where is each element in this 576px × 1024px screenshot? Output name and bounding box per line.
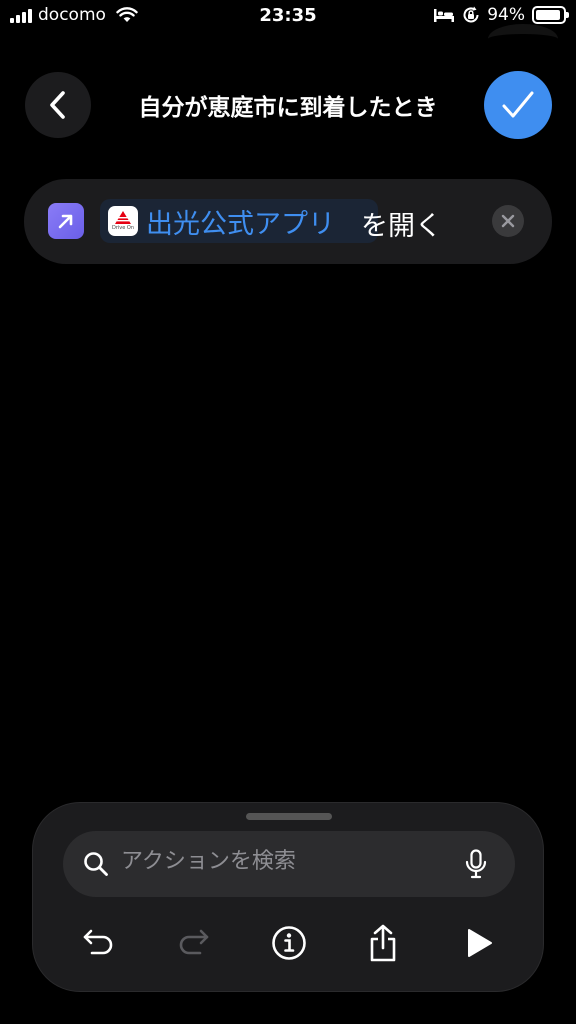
redo-icon: [179, 929, 209, 955]
app-logo-text: Drive On: [111, 225, 135, 231]
battery-fill: [536, 10, 561, 20]
status-bar: docomo 23:35 94%: [0, 0, 576, 34]
open-app-icon: [48, 203, 84, 239]
share-icon: [370, 924, 396, 962]
info-button[interactable]: [267, 921, 311, 965]
action-search-input[interactable]: [121, 849, 441, 874]
app-name: 出光公式アプリ: [146, 208, 335, 240]
idemitsu-app-logo: Drive On: [108, 206, 138, 236]
close-icon: [501, 214, 515, 228]
triangle-logo-icon: [115, 211, 131, 224]
action-search-field[interactable]: [63, 831, 515, 897]
microphone-icon[interactable]: [465, 849, 487, 879]
chevron-left-icon: [50, 91, 65, 119]
orientation-lock-icon: [463, 6, 479, 23]
arrow-up-right-icon: [58, 214, 73, 229]
open-app-action-card[interactable]: Drive On 出光公式アプリ を開く: [24, 179, 552, 264]
play-icon: [468, 929, 492, 957]
battery-percent: 94%: [487, 5, 525, 25]
bottom-action-panel: [32, 802, 544, 992]
sheet-grabber[interactable]: [246, 813, 332, 820]
decorative-arc: [488, 24, 558, 54]
undo-button[interactable]: [77, 921, 121, 965]
status-right: 94%: [433, 5, 569, 25]
bed-icon: [434, 9, 455, 22]
battery-icon: [532, 6, 569, 24]
back-button[interactable]: [25, 72, 91, 138]
page-title: 自分が恵庭市に到着したとき: [138, 95, 438, 121]
search-icon: [84, 852, 108, 876]
redo-button[interactable]: [171, 921, 215, 965]
checkmark-icon: [502, 91, 534, 118]
app-selector-token[interactable]: Drive On 出光公式アプリ: [100, 199, 378, 243]
action-verb: を開く: [361, 211, 442, 242]
share-button[interactable]: [361, 921, 405, 965]
undo-icon: [83, 929, 113, 955]
remove-action-button[interactable]: [492, 205, 524, 237]
done-button[interactable]: [484, 71, 552, 139]
info-icon: [272, 926, 306, 960]
run-button[interactable]: [457, 921, 501, 965]
